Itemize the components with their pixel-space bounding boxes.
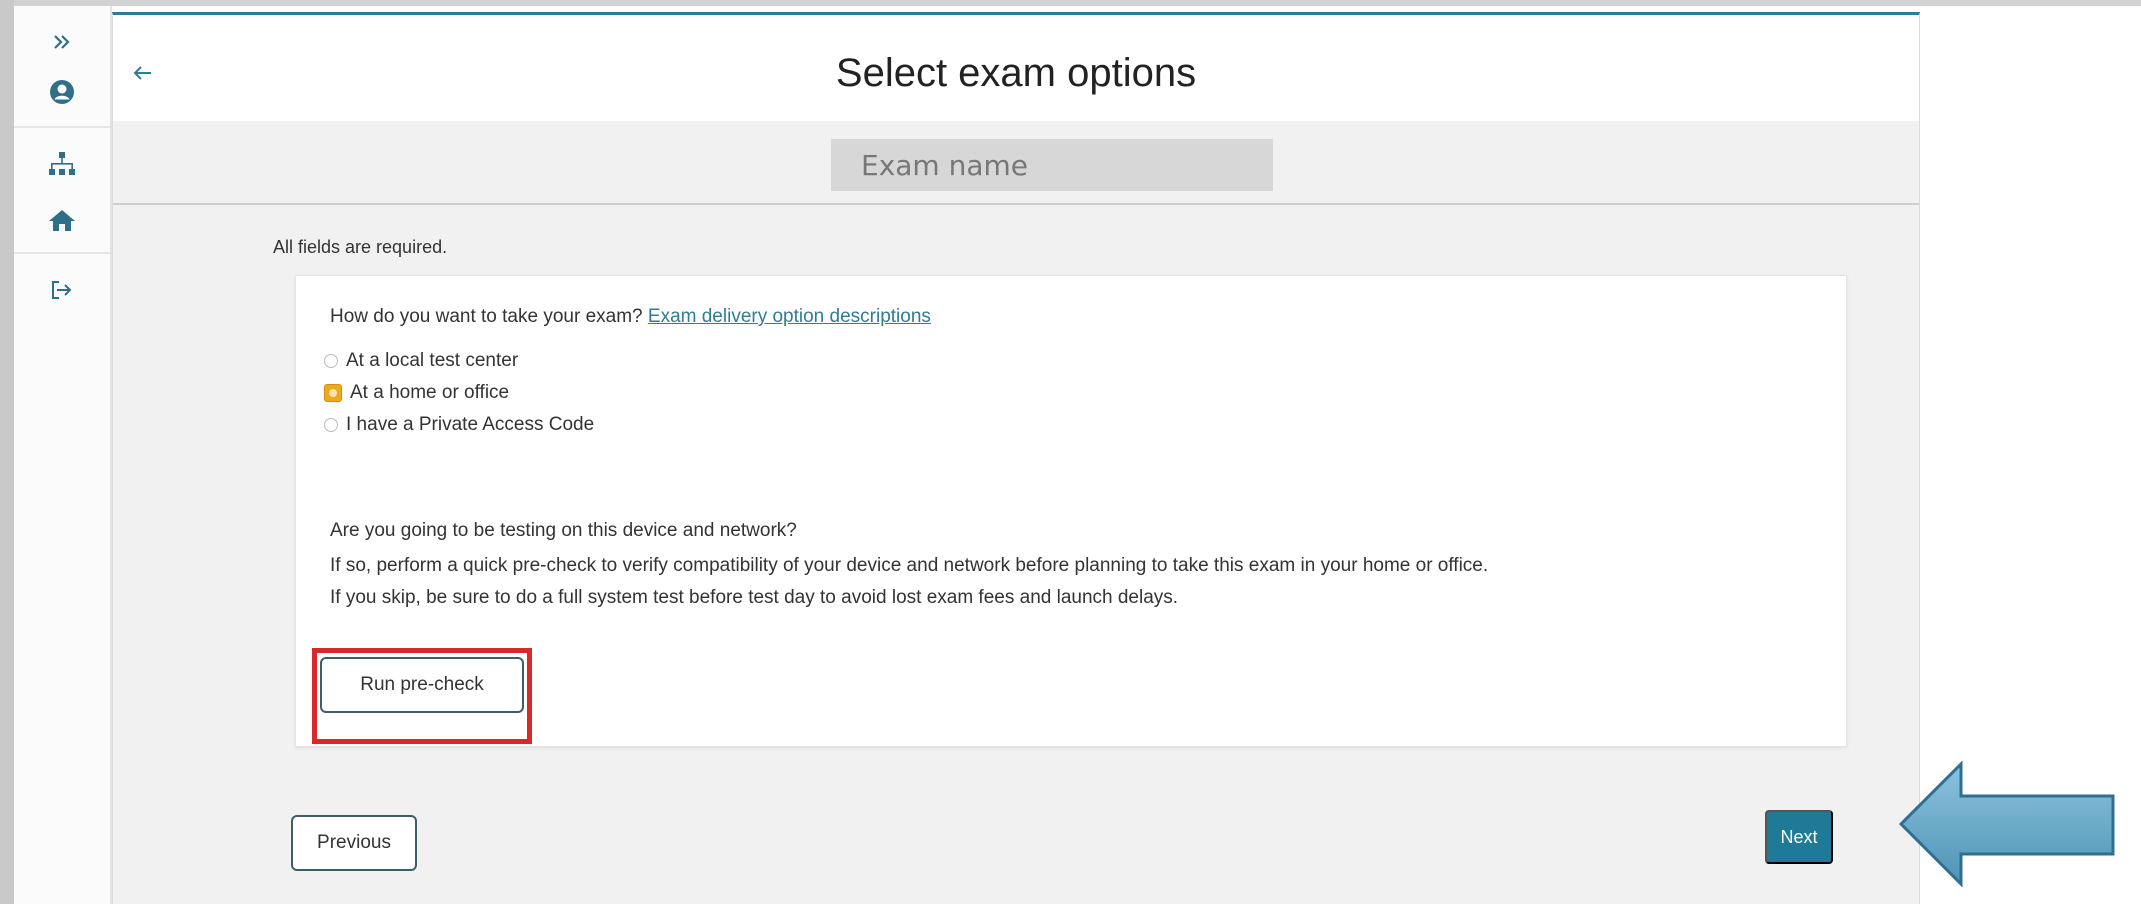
main-panel: Select exam options Exam name All fields… — [112, 12, 1920, 904]
user-icon — [50, 80, 74, 104]
exam-name-banner: Exam name — [831, 139, 1273, 191]
frame-left-edge — [0, 0, 14, 904]
callout-arrow-icon — [1898, 760, 2115, 888]
next-button[interactable]: Next — [1765, 810, 1833, 864]
delivery-question-text: How do you want to take your exam? — [330, 306, 643, 327]
sidebar-item-profile[interactable] — [14, 72, 110, 112]
sidebar-item-sign-out[interactable] — [14, 270, 110, 310]
precheck-info-line-2: If you skip, be sure to do a full system… — [330, 587, 1179, 608]
option-private-access-code[interactable]: I have a Private Access Code — [324, 414, 594, 436]
radio-home-or-office[interactable] — [324, 384, 342, 402]
sidebar-divider — [14, 126, 110, 128]
radio-private-access-code[interactable] — [324, 418, 338, 432]
sidebar-item-sitemap[interactable] — [14, 144, 110, 184]
option-home-or-office[interactable]: At a home or office — [324, 382, 509, 404]
exam-options-card: How do you want to take your exam? Exam … — [295, 275, 1847, 747]
sidebar-divider — [14, 252, 110, 254]
radio-local-test-center[interactable] — [324, 354, 338, 368]
page-header: Select exam options — [113, 15, 1919, 121]
section-divider — [113, 203, 1919, 205]
option-local-test-center[interactable]: At a local test center — [324, 350, 518, 372]
run-precheck-button[interactable]: Run pre-check — [320, 657, 524, 713]
option-label: At a local test center — [346, 350, 519, 371]
page-title: Select exam options — [835, 51, 1197, 95]
option-label: I have a Private Access Code — [346, 414, 595, 435]
delivery-options-link[interactable]: Exam delivery option descriptions — [648, 306, 931, 327]
delivery-question: How do you want to take your exam? Exam … — [330, 306, 931, 328]
sidebar — [14, 6, 112, 904]
sign-out-icon — [52, 281, 72, 299]
home-icon — [49, 210, 75, 231]
previous-button[interactable]: Previous — [291, 815, 417, 871]
sitemap-icon — [49, 152, 75, 175]
expand-sidebar-button[interactable] — [14, 28, 110, 56]
precheck-info-line-1: If so, perform a quick pre-check to veri… — [330, 555, 1489, 576]
device-network-question: Are you going to be testing on this devi… — [330, 520, 797, 541]
required-fields-note: All fields are required. — [273, 237, 448, 257]
screenshot-page: Select exam options Exam name All fields… — [0, 0, 2141, 904]
frame-top-edge — [0, 0, 2141, 6]
radio-selected-dot — [329, 389, 337, 397]
sidebar-item-home[interactable] — [14, 200, 110, 240]
option-label: At a home or office — [350, 382, 510, 403]
double-chevron-right-icon — [54, 35, 70, 49]
